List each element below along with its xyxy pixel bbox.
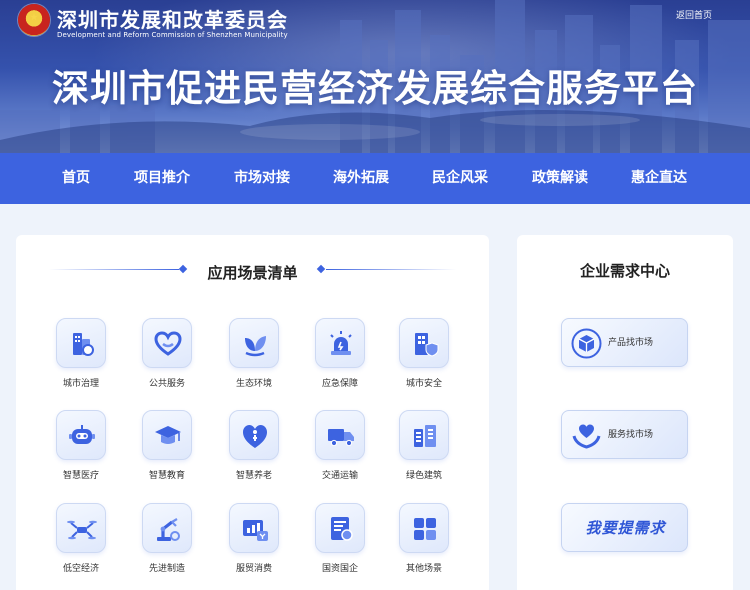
demand-center-title: 企业需求中心	[517, 260, 733, 281]
nav-item-policy[interactable]: 政策解读	[515, 153, 605, 204]
graduation-cap-icon	[142, 410, 192, 460]
national-emblem-icon	[18, 4, 50, 36]
scenario-label: 先进制造	[127, 561, 207, 574]
scenario-label: 交通运输	[300, 468, 380, 481]
scenario-tile-ecology[interactable]: 生态环境	[214, 318, 294, 398]
scenario-label: 城市安全	[384, 376, 464, 389]
scenario-tile-smart-education[interactable]: 智慧教育	[127, 410, 207, 490]
scenario-list-title: 应用场景清单	[16, 262, 489, 283]
scenario-tile-transport[interactable]: 交通运输	[300, 410, 380, 490]
scenario-label: 低空经济	[41, 561, 121, 574]
heart-hands-icon	[142, 318, 192, 368]
org-name-cn: 深圳市发展和改革委员会	[57, 4, 288, 33]
grid-icon	[399, 503, 449, 553]
scenario-list-card: 应用场景清单 城市治理 公共服务 生态环境 应急保障 城市安全	[16, 235, 489, 590]
scenario-label: 智慧养老	[214, 468, 294, 481]
product-market-button[interactable]: 产品找市场	[561, 318, 688, 367]
scenario-label: 智慧教育	[127, 468, 207, 481]
scenario-label: 其他场景	[384, 561, 464, 574]
scenario-tile-smart-elderly[interactable]: 智慧养老	[214, 410, 294, 490]
nav-item-benefits[interactable]: 惠企直达	[614, 153, 704, 204]
scenario-label: 服贸消费	[214, 561, 294, 574]
product-box-icon	[571, 328, 602, 359]
product-market-label: 产品找市场	[608, 319, 653, 368]
scenario-tile-low-altitude[interactable]: 低空经济	[41, 503, 121, 583]
scenario-label: 国资国企	[300, 561, 380, 574]
site-title: 深圳市促进民营经济发展综合服务平台	[0, 58, 750, 112]
post-demand-label: 我要提需求	[562, 504, 689, 553]
elder-heart-icon	[229, 410, 279, 460]
nav-item-overseas[interactable]: 海外拓展	[316, 153, 406, 204]
service-market-button[interactable]: 服务找市场	[561, 410, 688, 459]
nav-item-home[interactable]: 首页	[31, 153, 121, 204]
scenario-tile-advanced-manufacturing[interactable]: 先进制造	[127, 503, 207, 583]
nav-item-projects[interactable]: 项目推介	[117, 153, 207, 204]
buildings-icon	[399, 410, 449, 460]
scenario-tile-other[interactable]: 其他场景	[384, 503, 464, 583]
title-deco-line-right	[326, 269, 456, 270]
shield-building-icon	[399, 318, 449, 368]
nav-item-showcase[interactable]: 民企风采	[415, 153, 505, 204]
post-demand-button[interactable]: 我要提需求	[561, 503, 688, 552]
scenario-label: 智慧医疗	[41, 468, 121, 481]
scenario-label: 应急保障	[300, 376, 380, 389]
scenario-label: 绿色建筑	[384, 468, 464, 481]
scenario-tile-public-service[interactable]: 公共服务	[127, 318, 207, 398]
scenario-tile-trade-consumption[interactable]: 服贸消费	[214, 503, 294, 583]
scenario-tile-city-governance[interactable]: 城市治理	[41, 318, 121, 398]
org-name-en: Development and Reform Commission of She…	[57, 31, 288, 39]
header-banner: 深圳市发展和改革委员会 Development and Reform Commi…	[0, 0, 750, 153]
service-hands-icon	[571, 420, 602, 451]
city-governance-icon	[56, 318, 106, 368]
robot-arm-icon	[142, 503, 192, 553]
main-nav: 首页 项目推介 市场对接 海外拓展 民企风采 政策解读 惠企直达	[0, 153, 750, 204]
service-market-label: 服务找市场	[608, 411, 653, 460]
scenario-tile-green-building[interactable]: 绿色建筑	[384, 410, 464, 490]
back-home-link[interactable]: 返回首页	[676, 8, 712, 21]
shopping-chart-icon	[229, 503, 279, 553]
scenario-tile-emergency[interactable]: 应急保障	[300, 318, 380, 398]
drone-icon	[56, 503, 106, 553]
alarm-light-icon	[315, 318, 365, 368]
scenario-tile-city-safety[interactable]: 城市安全	[384, 318, 464, 398]
leaf-icon	[229, 318, 279, 368]
robot-icon	[56, 410, 106, 460]
demand-center-card: 企业需求中心 产品找市场 服务找市场 我要提需求	[517, 235, 733, 590]
scenario-tile-state-owned[interactable]: 国资国企	[300, 503, 380, 583]
truck-icon	[315, 410, 365, 460]
nav-item-market-matching[interactable]: 市场对接	[217, 153, 307, 204]
scenario-label: 城市治理	[41, 376, 121, 389]
scenario-tile-smart-medical[interactable]: 智慧医疗	[41, 410, 121, 490]
scenario-label: 公共服务	[127, 376, 207, 389]
scenario-label: 生态环境	[214, 376, 294, 389]
certificate-icon	[315, 503, 365, 553]
